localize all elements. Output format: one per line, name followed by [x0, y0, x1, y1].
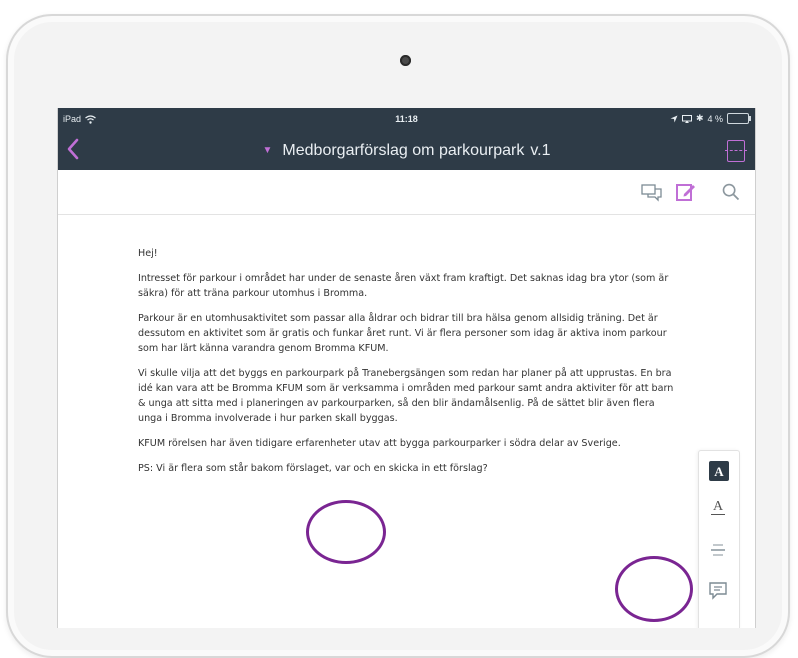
status-bar: iPad 11:18 ✱ 4 % — [58, 108, 755, 132]
document-toolbar — [58, 170, 755, 215]
underline-button[interactable]: A — [707, 497, 729, 519]
format-panel: A A — [698, 450, 740, 628]
annotation-circle — [306, 500, 386, 564]
document-title-menu[interactable]: ▼ Medborgarförslag om parkourpark v.1 — [58, 142, 755, 160]
comments-icon[interactable] — [641, 182, 663, 202]
add-comment-icon[interactable] — [707, 579, 729, 601]
bluetooth-icon: ✱ — [695, 113, 704, 123]
paragraph: KFUM rörelsen har även tidigare erfarenh… — [138, 438, 621, 449]
highlight-button[interactable]: A — [709, 461, 729, 481]
document-body[interactable]: Hej! Intresset för parkour i området har… — [138, 246, 678, 486]
status-time: 11:18 — [395, 114, 418, 124]
document-title: Medborgarförslag om parkourpark — [282, 142, 525, 159]
edit-icon[interactable] — [675, 182, 697, 202]
nav-bar: ▼ Medborgarförslag om parkourpark v.1 — [58, 132, 755, 170]
screen-mirror-icon — [681, 114, 692, 123]
ipad-screen: iPad 11:18 ✱ 4 % ▼ Medborgarförslag om p… — [57, 108, 756, 628]
paragraph: PS: Vi är flera som står bakom förslaget… — [138, 463, 488, 474]
strikethrough-icon[interactable] — [707, 539, 729, 561]
paragraph: Hej! — [138, 248, 158, 259]
underline-icon: A — [710, 499, 726, 515]
paragraph: Parkour är en utomhusaktivitet som passa… — [138, 313, 667, 354]
layout-button[interactable] — [725, 140, 747, 162]
search-icon[interactable] — [720, 182, 742, 202]
camera-icon — [400, 55, 411, 66]
annotation-circle — [615, 556, 693, 622]
document-version: v.1 — [530, 142, 551, 159]
paragraph: Vi skulle vilja att det byggs en parkour… — [138, 368, 674, 424]
paragraph: Intresset för parkour i området har unde… — [138, 273, 669, 299]
battery-icon — [727, 113, 751, 124]
caret-down-icon: ▼ — [262, 145, 273, 157]
battery-percent: 4 % — [707, 113, 723, 124]
location-icon — [670, 115, 678, 122]
